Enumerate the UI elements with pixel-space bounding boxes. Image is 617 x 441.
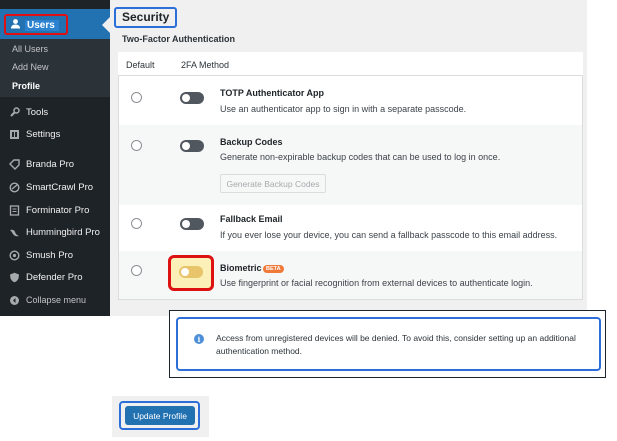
method-title-fallback: Fallback Email [220,214,283,224]
sidebar-item-label: SmartCrawl Pro [26,181,94,193]
user-icon [10,16,21,34]
info-icon: i [194,334,204,344]
sidebar-item-label: Tools [26,106,49,118]
sidebar-item-label: Branda Pro [26,158,75,170]
method-desc-backup: Generate non-expirable backup codes that… [220,152,501,162]
sidebar-item-tools[interactable]: Tools [8,106,48,118]
toggle-fallback-email[interactable] [180,218,204,230]
submenu-profile[interactable]: Profile [12,81,40,91]
sidebar-item-branda[interactable]: Branda Pro [8,158,74,170]
update-profile-button[interactable]: Update Profile [125,406,195,425]
settings-icon [8,128,20,140]
smush-icon [8,249,20,261]
method-title-totp: TOTP Authenticator App [220,88,325,98]
active-menu-pointer [102,17,110,33]
beta-badge: BETA [263,265,284,273]
section-subtitle: Two-Factor Authentication [122,34,235,44]
sidebar-item-forminator[interactable]: Forminator Pro [8,204,89,216]
sidebar-item-label: Hummingbird Pro [26,226,100,238]
sidebar-item-hummingbird[interactable]: Hummingbird Pro [8,226,100,238]
collapse-menu-label: Collapse menu [26,295,87,305]
method-title-biometric: Biometric [220,263,262,273]
method-desc-totp: Use an authenticator app to sign in with… [220,104,467,114]
submenu-all-users[interactable]: All Users [12,44,48,54]
sidebar-item-settings[interactable]: Settings [8,128,60,140]
users-menu-label[interactable]: Users [8,16,59,34]
sidebar-item-label: Defender Pro [26,271,83,283]
toggle-backup-codes[interactable] [180,140,204,152]
method-title-backup: Backup Codes [220,137,283,147]
forminator-icon [8,204,20,216]
branda-icon [8,158,20,170]
sidebar-item-defender[interactable]: Defender Pro [8,271,83,283]
sidebar-item-label: Settings [26,128,61,140]
submenu-add-new[interactable]: Add New [12,62,49,72]
default-radio-totp[interactable] [131,92,142,103]
collapse-arrow-icon [8,294,20,306]
collapse-menu-button[interactable]: Collapse menu [8,294,86,306]
admin-sidebar: Users All Users Add New Profile Tools Se… [0,0,110,316]
hummingbird-icon [8,226,20,238]
table-row [119,125,582,205]
method-desc-fallback: If you ever lose your device, you can se… [220,230,558,240]
sidebar-item-smush[interactable]: Smush Pro [8,249,73,261]
toggle-totp[interactable] [180,92,204,104]
smartcrawl-icon [8,181,20,193]
default-radio-backup[interactable] [131,140,142,151]
default-radio-biometric[interactable] [131,265,142,276]
sidebar-item-smartcrawl[interactable]: SmartCrawl Pro [8,181,93,193]
column-header-default: Default [126,60,155,70]
sidebar-item-label: Forminator Pro [26,204,90,216]
method-desc-biometric: Use fingerprint or facial recognition fr… [220,278,533,288]
generate-backup-codes-button[interactable]: Generate Backup Codes [220,174,326,193]
column-header-method: 2FA Method [181,60,230,70]
notice-text: Access from unregistered devices will be… [216,333,576,356]
wrench-icon [8,106,20,118]
defender-icon [8,271,20,283]
users-label: Users [25,19,59,31]
sidebar-item-label: Smush Pro [26,249,73,261]
toggle-biometric[interactable] [179,266,203,278]
page-title: Security [122,10,170,24]
default-radio-fallback[interactable] [131,218,142,229]
